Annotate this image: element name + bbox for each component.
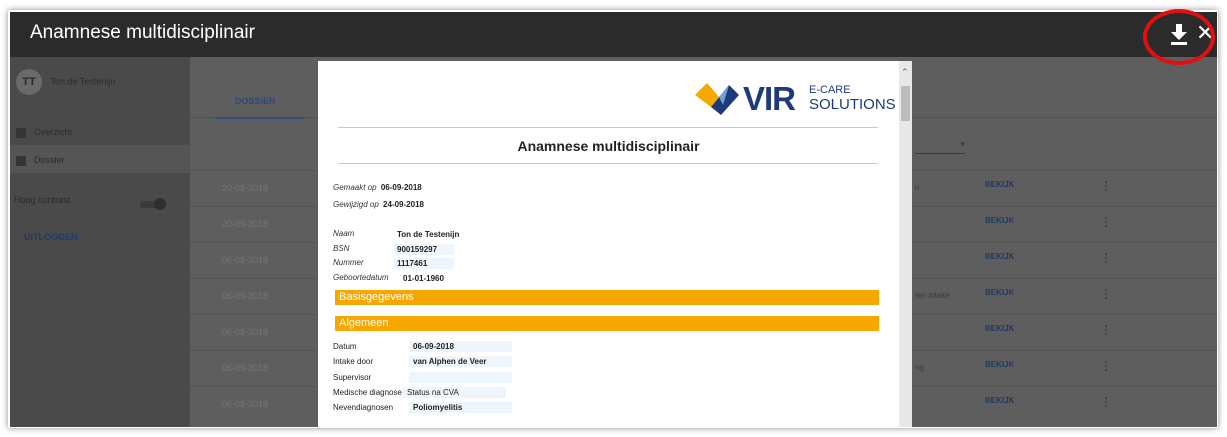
- logo-name: VIR: [743, 80, 796, 117]
- view-button[interactable]: BEKIJK: [985, 288, 1014, 297]
- created-label: Gemaakt op: [333, 183, 377, 192]
- sidebar-item-overzicht[interactable]: Overzicht: [16, 127, 72, 138]
- more-options-icon[interactable]: ⋮: [1100, 395, 1112, 409]
- more-options-icon[interactable]: ⋮: [1100, 359, 1112, 373]
- section-basisgegevens: Basisgegevens: [335, 290, 879, 305]
- logo-line1: E-CARE: [809, 84, 851, 96]
- row-date: 06-09-2018: [222, 327, 269, 337]
- created-value: 06-09-2018: [380, 183, 422, 192]
- row-date: 06-09-2018: [222, 291, 269, 301]
- field-value: Status na CVA: [403, 387, 506, 398]
- field-value: 06-09-2018: [409, 341, 512, 352]
- divider: [338, 127, 878, 128]
- view-button[interactable]: BEKIJK: [985, 396, 1014, 405]
- row-description: n: [915, 183, 920, 192]
- row-description: ng: [915, 363, 924, 372]
- view-button[interactable]: BEKIJK: [985, 180, 1014, 189]
- logout-link[interactable]: UITLOGGEN: [24, 232, 78, 242]
- user-profile[interactable]: TT Ton de Testenijn: [16, 69, 115, 95]
- field-label: Nummer: [333, 258, 364, 267]
- divider: [338, 163, 878, 164]
- vir-logo: VIR E-CARE SOLUTIONS: [693, 77, 896, 122]
- field-value: van Alphen de Veer: [409, 356, 512, 367]
- section-algemeen: Algemeen: [335, 316, 879, 331]
- modified-label: Gewijzigd op: [333, 200, 379, 209]
- row-date: 06-09-2018: [222, 255, 269, 265]
- chevron-up-icon[interactable]: ⌃: [901, 67, 909, 78]
- more-options-icon[interactable]: ⋮: [1100, 179, 1112, 193]
- folder-icon: [16, 155, 26, 166]
- field-value: 1117461: [394, 258, 454, 269]
- scrollbar-thumb[interactable]: [901, 86, 910, 121]
- modified-value: 24-09-2018: [383, 200, 424, 209]
- field-label: BSN: [333, 244, 350, 253]
- row-date: 20-09-2018: [222, 219, 269, 229]
- modified-date: Gewijzigd op 24-09-2018: [333, 200, 424, 209]
- logo-line2: SOLUTIONS: [809, 96, 896, 113]
- field-label: Intake door: [333, 357, 374, 366]
- filter-dropdown[interactable]: [915, 139, 965, 154]
- field-label: Datum: [333, 342, 357, 351]
- view-button[interactable]: BEKIJK: [985, 360, 1014, 369]
- row-description: ten intake: [915, 291, 950, 300]
- field-label: Naam: [333, 229, 355, 238]
- sidebar: TT Ton de Testenijn Overzicht Dossier Ho…: [10, 57, 190, 427]
- view-button[interactable]: BEKIJK: [985, 216, 1014, 225]
- tab-label: DOSSIER: [235, 96, 276, 106]
- modal-titlebar: Anamnese multidisciplinair ✕: [10, 12, 1217, 57]
- sidebar-item-dossier[interactable]: Dossier: [16, 155, 65, 166]
- row-date: 20-09-2018: [222, 183, 269, 193]
- dashboard-icon: [16, 127, 26, 138]
- more-options-icon[interactable]: ⋮: [1100, 287, 1112, 301]
- avatar: TT: [16, 69, 42, 95]
- document-preview[interactable]: VIR E-CARE SOLUTIONS Anamnese multidisci…: [318, 61, 899, 427]
- view-button[interactable]: BEKIJK: [985, 252, 1014, 261]
- document-scrollbar[interactable]: ⌃: [899, 61, 912, 427]
- field-label: Nevendiagnosen: [333, 403, 394, 412]
- more-options-icon[interactable]: ⋮: [1100, 323, 1112, 337]
- row-date: 06-09-2018: [222, 363, 269, 373]
- vir-logo-mark: [695, 83, 739, 115]
- contrast-label: Hoog contrast: [14, 195, 71, 205]
- sidebar-item-label: Dossier: [34, 155, 65, 165]
- more-options-icon[interactable]: ⋮: [1100, 215, 1112, 229]
- sidebar-item-label: Overzicht: [34, 127, 73, 137]
- contrast-toggle[interactable]: [140, 198, 166, 210]
- field-label: Supervisor: [333, 373, 372, 382]
- user-name: Ton de Testenijn: [50, 76, 116, 87]
- field-value: [409, 372, 512, 383]
- view-button[interactable]: BEKIJK: [985, 324, 1014, 333]
- highlight-circle: [1143, 9, 1215, 65]
- row-date: 06-09-2018: [222, 399, 269, 409]
- more-options-icon[interactable]: ⋮: [1100, 251, 1112, 265]
- field-label: Geboortedatum: [333, 273, 389, 282]
- modal-title: Anamnese multidisciplinair: [30, 22, 255, 43]
- field-label: Medische diagnose: [333, 388, 402, 397]
- field-value: Ton de Testenijn: [397, 230, 460, 239]
- tab-dossier[interactable]: DOSSIER: [215, 84, 305, 119]
- field-value: 900159297: [394, 244, 454, 255]
- document-title: Anamnese multidisciplinair: [517, 138, 700, 154]
- field-value: 01-01-1960: [403, 274, 444, 283]
- created-date: Gemaakt op 06-09-2018: [333, 183, 422, 192]
- field-value: Poliomyelitis: [409, 402, 512, 413]
